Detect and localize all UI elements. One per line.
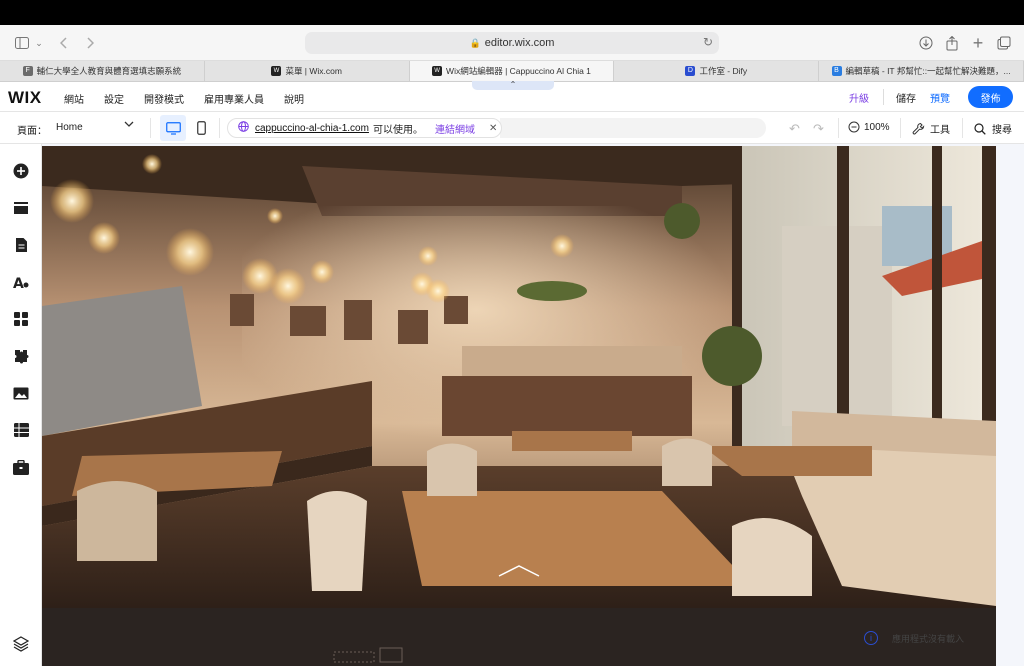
chevron-down-icon[interactable] bbox=[124, 120, 134, 131]
add-elements-icon[interactable] bbox=[11, 161, 31, 181]
divider bbox=[838, 118, 839, 138]
business-apps-icon[interactable] bbox=[11, 346, 31, 366]
tab-favicon-icon: D bbox=[685, 66, 696, 76]
desktop-icon bbox=[165, 121, 181, 135]
address-bar[interactable]: 🔒 editor.wix.com ↻ bbox=[305, 32, 719, 54]
zoom-value: 100% bbox=[864, 121, 890, 133]
layers-icon[interactable] bbox=[11, 634, 31, 654]
cafe-interior-image bbox=[42, 146, 996, 608]
tab-favicon-icon: B bbox=[831, 66, 842, 76]
back-icon[interactable] bbox=[58, 34, 70, 52]
sidebar-toggle-icon[interactable] bbox=[14, 34, 30, 52]
menu-item-hire-pro[interactable]: 雇用專業人員 bbox=[204, 91, 264, 106]
preview-button[interactable]: 預覽 bbox=[930, 90, 950, 105]
svg-text:A: A bbox=[13, 276, 24, 290]
download-icon[interactable] bbox=[918, 34, 934, 52]
divider bbox=[219, 118, 220, 138]
reload-icon[interactable]: ↻ bbox=[703, 35, 713, 49]
browser-tab[interactable]: B 編輯草稿 - IT 邦幫忙::一起幫忙解決難題，... bbox=[819, 61, 1024, 81]
left-tool-rail: A bbox=[0, 144, 42, 666]
zoom-out-icon bbox=[848, 121, 860, 133]
tab-label: 菜單 | Wix.com bbox=[285, 66, 342, 76]
site-design-icon[interactable]: A bbox=[11, 272, 31, 292]
tab-favicon-icon: W bbox=[271, 66, 282, 76]
domain-status-text: 可以使用。 bbox=[372, 124, 423, 136]
new-tab-icon[interactable]: + bbox=[970, 33, 986, 53]
publish-button[interactable]: 發佈 bbox=[968, 86, 1013, 108]
browser-tab[interactable]: W 菜單 | Wix.com bbox=[205, 61, 410, 81]
close-icon[interactable]: ✕ bbox=[489, 123, 497, 134]
search-icon bbox=[974, 122, 986, 135]
cms-icon[interactable] bbox=[11, 420, 31, 440]
wix-logo[interactable]: WIX bbox=[8, 88, 42, 108]
zoom-control[interactable]: 100% bbox=[848, 121, 890, 133]
wrench-icon bbox=[912, 122, 925, 135]
browser-tab[interactable]: F 輔仁大學全人教育與體育選填志願系統 bbox=[0, 61, 205, 81]
divider bbox=[883, 89, 884, 105]
mobile-icon bbox=[196, 121, 206, 135]
browser-tab-strip: F 輔仁大學全人教育與體育選填志願系統 W 菜單 | Wix.com W Wix… bbox=[0, 61, 1024, 82]
browser-toolbar: ⌄ 🔒 editor.wix.com ↻ + bbox=[0, 25, 1024, 61]
canvas-gutter bbox=[996, 144, 1024, 666]
browser-tab[interactable]: D 工作室 - Dify bbox=[614, 61, 820, 81]
domain-banner: cappuccino-al-chia-1.com 可以使用。 連結網域 ✕ bbox=[227, 118, 502, 138]
tab-overview-icon[interactable] bbox=[996, 34, 1012, 52]
divider bbox=[150, 118, 151, 138]
top-right-actions: 升級 儲存 預覽 發佈 bbox=[849, 86, 1013, 108]
redo-icon[interactable]: ↷ bbox=[813, 121, 824, 137]
save-button[interactable]: 儲存 bbox=[896, 90, 916, 105]
apps-icon[interactable] bbox=[11, 309, 31, 329]
page-selector[interactable]: Home bbox=[56, 122, 83, 133]
section-placeholder-icon bbox=[333, 647, 403, 663]
app-load-notice: i 應用程式沒有載入 bbox=[864, 631, 964, 645]
wix-main-menu: 網站 設定 開發模式 雇用專業人員 說明 bbox=[64, 91, 324, 106]
menu-item-help[interactable]: 說明 bbox=[284, 91, 304, 106]
domain-name-link[interactable]: cappuccino-al-chia-1.com bbox=[255, 123, 369, 134]
forward-icon[interactable] bbox=[84, 34, 96, 52]
address-text: editor.wix.com bbox=[484, 37, 555, 49]
notice-text: 應用程式沒有載入 bbox=[892, 633, 965, 644]
tab-label: 工作室 - Dify bbox=[699, 66, 748, 76]
share-icon[interactable] bbox=[944, 34, 960, 52]
editor-toolbar: 頁面： Home cappuccino-al-chia-1.com 可以使用。 … bbox=[0, 112, 1024, 144]
system-top-bar bbox=[0, 0, 1024, 25]
menu-item-site[interactable]: 網站 bbox=[64, 91, 84, 106]
tab-label: 輔仁大學全人教育與體育選填志願系統 bbox=[36, 66, 182, 76]
pages-icon[interactable] bbox=[11, 235, 31, 255]
lock-icon: 🔒 bbox=[469, 37, 481, 48]
menu-item-dev-mode[interactable]: 開發模式 bbox=[144, 91, 184, 106]
tab-favicon-icon: W bbox=[432, 66, 443, 76]
info-icon[interactable]: i bbox=[864, 631, 878, 645]
divider bbox=[962, 118, 963, 138]
tools-label: 工具 bbox=[930, 125, 950, 136]
search-button[interactable]: 搜尋 bbox=[974, 121, 1012, 136]
domain-bar-fill bbox=[500, 118, 766, 138]
undo-icon[interactable]: ↶ bbox=[789, 121, 800, 137]
portfolio-icon[interactable] bbox=[11, 457, 31, 477]
tab-label: 編輯草稿 - IT 邦幫忙::一起幫忙解決難題，... bbox=[845, 66, 1011, 76]
tab-label: Wix網站編輯器 | Cappuccino Al Chia 1 bbox=[446, 66, 591, 76]
hero-cafe-image[interactable] bbox=[42, 146, 996, 608]
media-icon[interactable] bbox=[11, 383, 31, 403]
add-section-icon[interactable] bbox=[11, 198, 31, 218]
globe-icon bbox=[238, 121, 249, 135]
next-section-band[interactable] bbox=[42, 608, 996, 666]
mobile-view-button[interactable] bbox=[191, 115, 211, 141]
tools-button[interactable]: 工具 bbox=[912, 121, 950, 136]
menu-item-settings[interactable]: 設定 bbox=[104, 91, 124, 106]
page-label: 頁面： bbox=[17, 126, 47, 137]
divider bbox=[900, 118, 901, 138]
collapse-toolbar-handle[interactable]: ⌃ bbox=[472, 81, 554, 90]
editor-canvas[interactable]: i 應用程式沒有載入 bbox=[42, 144, 1024, 666]
connect-domain-link[interactable]: 連結網域 bbox=[435, 121, 475, 136]
desktop-view-button[interactable] bbox=[160, 115, 186, 141]
search-label: 搜尋 bbox=[992, 125, 1012, 136]
upgrade-link[interactable]: 升級 bbox=[849, 90, 869, 105]
tab-favicon-icon: F bbox=[22, 66, 33, 76]
chevron-down-icon[interactable]: ⌄ bbox=[34, 34, 44, 52]
browser-tab-active[interactable]: W Wix網站編輯器 | Cappuccino Al Chia 1 bbox=[409, 61, 615, 81]
